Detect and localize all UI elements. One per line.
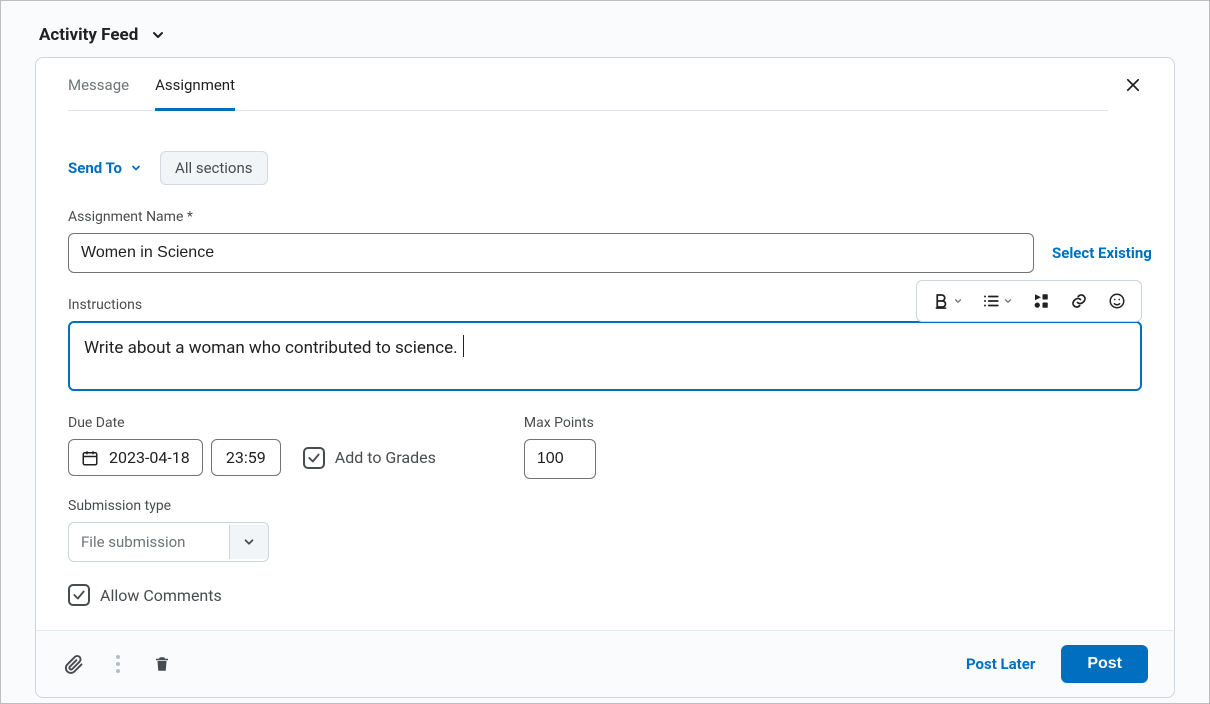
recipient-chip-all-sections[interactable]: All sections [160,151,267,185]
calendar-icon [81,449,99,467]
send-to-label: Send To [68,159,122,177]
due-time-picker[interactable]: 23:59 [211,439,281,476]
checkbox-checked-icon [303,447,325,469]
chevron-down-icon [150,27,166,43]
tab-assignment[interactable]: Assignment [155,58,235,111]
due-date-label: Due Date [68,415,436,431]
activity-feed-dropdown[interactable]: Activity Feed [35,17,1175,57]
card-footer: Post Later Post [36,630,1174,697]
bold-dropdown-button[interactable] [923,285,971,317]
delete-button[interactable] [150,652,174,676]
select-existing-link[interactable]: Select Existing [1052,244,1152,262]
close-icon[interactable] [1124,76,1142,94]
add-to-grades-label: Add to Grades [335,448,436,467]
attach-file-button[interactable] [62,652,86,676]
list-dropdown-button[interactable] [973,285,1021,317]
instructions-editor[interactable]: Write about a woman who contributed to s… [68,321,1142,391]
post-later-button[interactable]: Post Later [966,655,1035,673]
more-options-button[interactable] [106,652,130,676]
due-date-value: 2023-04-18 [109,448,190,467]
compose-card: Message Assignment Send To [35,57,1175,698]
allow-comments-label: Allow Comments [100,586,222,605]
tab-message[interactable]: Message [68,58,129,111]
send-to-dropdown[interactable]: Send To [68,159,142,177]
chevron-down-icon [130,162,142,174]
emoji-button[interactable] [1099,285,1135,317]
app-frame: Activity Feed Message Assignment [0,0,1210,704]
max-points-input[interactable] [524,439,596,479]
submission-type-value: File submission [69,523,229,561]
assignment-name-label: Assignment Name * [68,209,1142,225]
instructions-text: Write about a woman who contributed to s… [84,338,458,358]
text-caret [463,335,464,357]
add-to-grades-checkbox[interactable]: Add to Grades [303,447,436,469]
submission-type-label: Submission type [68,498,436,514]
max-points-label: Max Points [524,415,596,431]
rich-text-toolbar [916,280,1142,322]
chevron-down-icon [229,525,268,559]
insert-stuff-button[interactable] [1023,285,1059,317]
page-title: Activity Feed [39,25,138,45]
link-button[interactable] [1061,285,1097,317]
tabs: Message Assignment [68,58,1108,111]
post-button[interactable]: Post [1061,645,1148,683]
due-date-picker[interactable]: 2023-04-18 [68,439,203,476]
allow-comments-checkbox[interactable] [68,584,90,606]
submission-type-select[interactable]: File submission [68,522,269,562]
assignment-name-input[interactable] [68,233,1034,273]
